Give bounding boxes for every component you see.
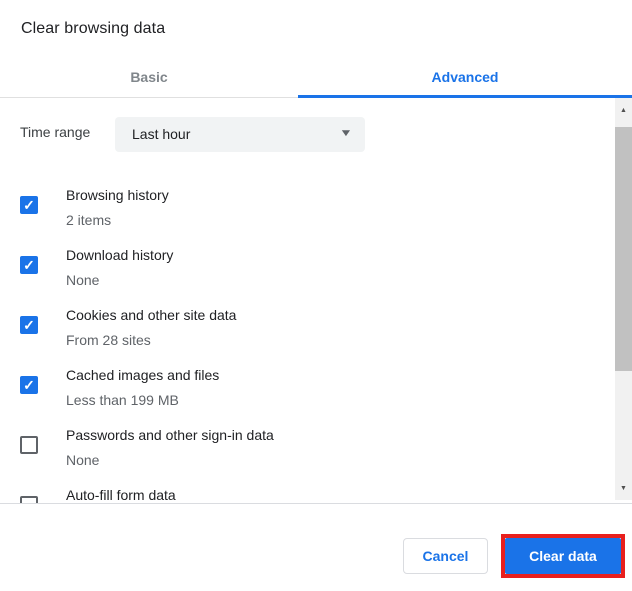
scrollbar-thumb[interactable]	[615, 127, 632, 371]
dialog-footer: Cancel Clear data	[0, 503, 632, 591]
scroll-down-icon[interactable]: ▼	[615, 480, 632, 497]
row-sublabel: Less than 199 MB	[66, 392, 179, 408]
data-type-row-browsing-history: ✓ Browsing history 2 items	[0, 185, 600, 231]
tab-advanced-label: Advanced	[431, 68, 499, 85]
checkbox-download-history[interactable]: ✓	[20, 256, 38, 274]
data-type-row-download-history: ✓ Download history None	[0, 245, 600, 291]
time-range-select[interactable]: Last hour ▼	[115, 117, 365, 152]
tab-basic-label: Basic	[130, 68, 168, 85]
check-icon: ✓	[23, 377, 35, 393]
row-label: Browsing history	[66, 187, 169, 203]
data-type-row-auto-fill-form-data: Auto-fill form data	[0, 485, 600, 503]
row-label: Passwords and other sign-in data	[66, 427, 274, 443]
tab-basic[interactable]: Basic	[0, 55, 298, 98]
row-sublabel: 2 items	[66, 212, 112, 228]
dialog-scroll-content: Time range Last hour ▼ ✓ Browsing history…	[0, 98, 632, 503]
data-type-row-passwords-and-other-sign-in-data: Passwords and other sign-in data None	[0, 425, 600, 471]
checkbox-cached-images-and-files[interactable]: ✓	[20, 376, 38, 394]
checkbox-cookies-and-other-site-data[interactable]: ✓	[20, 316, 38, 334]
scroll-up-icon[interactable]: ▲	[615, 102, 632, 119]
checkbox-auto-fill-form-data[interactable]	[20, 496, 38, 503]
row-label: Cached images and files	[66, 367, 220, 383]
row-sublabel: None	[66, 272, 100, 288]
check-icon: ✓	[23, 317, 35, 333]
caret-down-icon: ▼	[339, 128, 353, 139]
checkbox-browsing-history[interactable]: ✓	[20, 196, 38, 214]
cancel-button[interactable]: Cancel	[403, 538, 488, 574]
row-sublabel: None	[66, 452, 100, 468]
data-type-row-cookies-and-other-site-data: ✓ Cookies and other site data From 28 site…	[0, 305, 600, 351]
time-range-selected-value: Last hour	[132, 126, 191, 142]
red-highlight-annotation: Clear data	[501, 534, 625, 578]
time-range-label: Time range	[20, 124, 91, 140]
row-label: Cookies and other site data	[66, 307, 237, 323]
tab-bar: Basic Advanced	[0, 55, 632, 98]
vertical-scrollbar[interactable]: ▲ ▼	[615, 98, 632, 500]
row-sublabel: From 28 sites	[66, 332, 151, 348]
checkbox-passwords-and-other-sign-in-data[interactable]	[20, 436, 38, 454]
check-icon: ✓	[23, 197, 35, 213]
check-icon: ✓	[23, 257, 35, 273]
dialog-title: Clear browsing data	[21, 20, 166, 37]
row-label: Download history	[66, 247, 174, 263]
row-label: Auto-fill form data	[66, 487, 176, 503]
tab-advanced[interactable]: Advanced	[298, 55, 632, 98]
data-type-row-cached-images-and-files: ✓ Cached images and files Less than 199 MB	[0, 365, 600, 411]
clear-browsing-data-dialog: Clear browsing data Basic Advanced Time …	[0, 0, 632, 591]
clear-data-button[interactable]: Clear data	[505, 538, 621, 574]
